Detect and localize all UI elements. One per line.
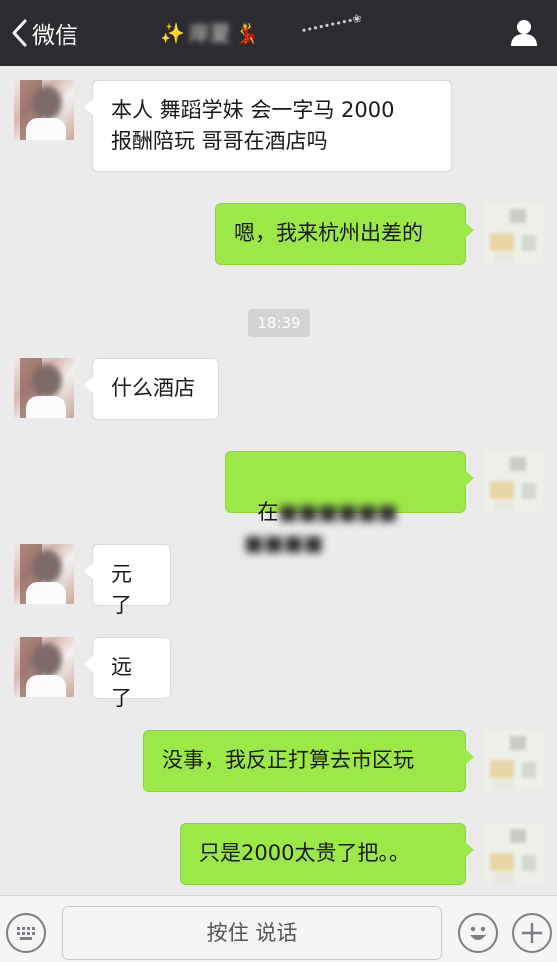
flower-decoration: ∙∙∙∙∙∙∙∙∙❀ bbox=[299, 11, 362, 38]
message-bubble-outgoing[interactable]: 在■■■■■■ ■■■■ bbox=[225, 451, 474, 555]
contact-avatar[interactable] bbox=[14, 80, 74, 140]
obscured-text: ■■■■■■ bbox=[278, 500, 398, 524]
hold-to-talk-button[interactable]: 按住 说话 bbox=[62, 906, 442, 960]
contact-name: 岸夏 bbox=[188, 22, 231, 46]
obscured-text: ■■■■ bbox=[244, 531, 324, 555]
contact-avatar[interactable] bbox=[14, 637, 74, 697]
message-bubble-incoming[interactable]: 本人 舞蹈学妹 会一字马 2000 报酬陪玩 哥哥在酒店吗 bbox=[84, 80, 452, 172]
contact-avatar[interactable] bbox=[14, 358, 74, 418]
plus-icon bbox=[522, 923, 542, 943]
message-bubble-outgoing[interactable]: 没事，我反正打算去市区玩 bbox=[143, 730, 474, 792]
message-bubble-incoming[interactable]: 元了 bbox=[84, 544, 171, 617]
sparkles-icon: ✨ bbox=[160, 21, 185, 45]
emoji-button[interactable] bbox=[458, 913, 498, 953]
my-avatar[interactable] bbox=[484, 823, 544, 883]
message-bubble-incoming[interactable]: 远了 bbox=[84, 637, 171, 710]
message-text: 在 bbox=[257, 500, 279, 524]
chat-header: 微信 ✨ 岸夏 💃 ∙∙∙∙∙∙∙∙∙❀ bbox=[0, 0, 557, 66]
my-avatar[interactable] bbox=[484, 730, 544, 790]
keyboard-toggle-button[interactable] bbox=[6, 913, 46, 953]
person-icon bbox=[511, 20, 537, 46]
my-avatar[interactable] bbox=[484, 203, 544, 263]
back-button[interactable]: 微信 bbox=[10, 14, 78, 52]
message-bubble-outgoing[interactable]: 嗯，我来杭州出差的 bbox=[215, 203, 474, 265]
more-options-button[interactable] bbox=[512, 913, 552, 953]
keyboard-icon bbox=[17, 927, 35, 940]
dancer-icon: 💃 bbox=[234, 21, 260, 45]
contact-avatar[interactable] bbox=[14, 544, 74, 604]
message-bubble-outgoing[interactable]: 只是2000太贵了把。。 bbox=[180, 823, 474, 885]
timestamp: 18:39 bbox=[248, 309, 310, 337]
chevron-left-icon bbox=[12, 19, 27, 47]
my-avatar[interactable] bbox=[484, 451, 544, 511]
input-toolbar: 按住 说话 bbox=[0, 895, 557, 962]
back-label: 微信 bbox=[32, 23, 78, 49]
contact-profile-button[interactable] bbox=[509, 18, 539, 48]
smile-icon bbox=[470, 926, 486, 940]
message-bubble-incoming[interactable]: 什么酒店 bbox=[84, 358, 219, 420]
chat-title: ✨ 岸夏 💃 bbox=[160, 14, 260, 52]
